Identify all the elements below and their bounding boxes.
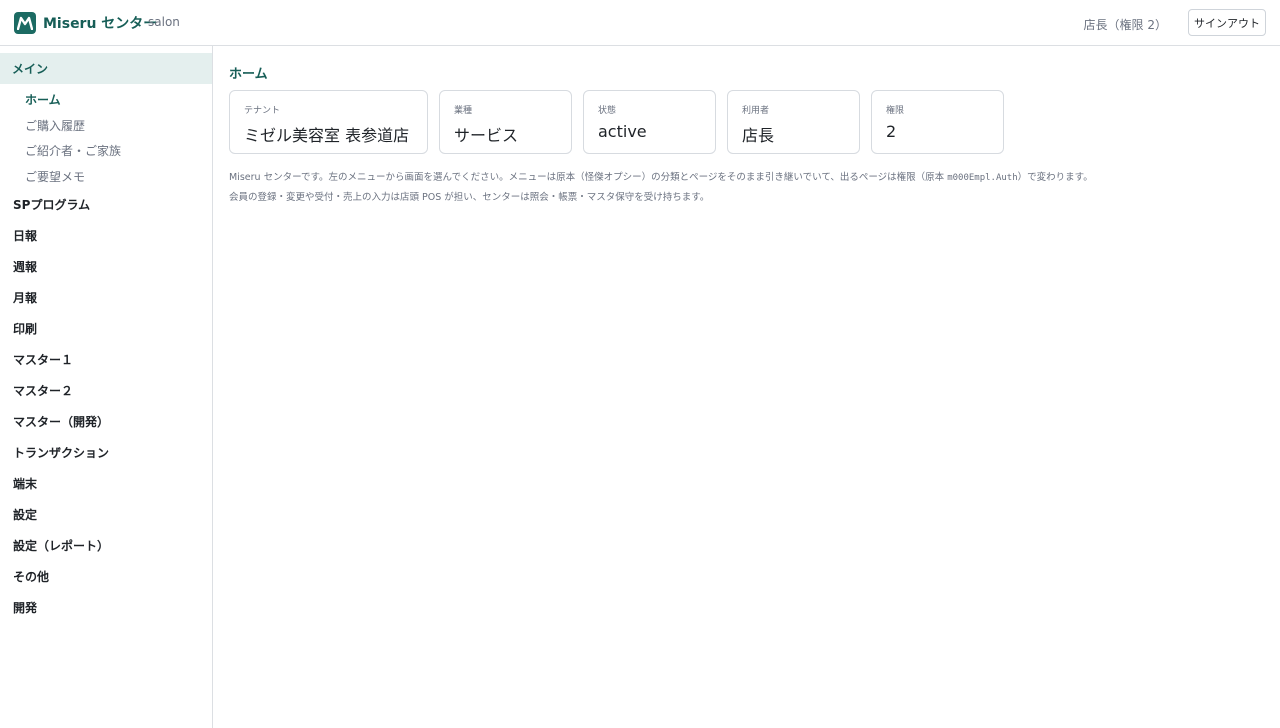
card-value: ミゼル美容室 表参道店 (244, 126, 410, 145)
sidebar-group-development[interactable]: 開発 (13, 599, 37, 616)
card-value: サービス (454, 126, 519, 145)
sidebar-item-purchase-history[interactable]: ご購入履歴 (25, 117, 85, 134)
card-label: 権限 (886, 106, 905, 116)
sidebar-group-master-1[interactable]: マスター１ (13, 351, 73, 368)
sidebar-group-print[interactable]: 印刷 (13, 320, 37, 337)
description-line-2: 会員の登録・変更や受付・売上の入力は店頭 POS が担い、センターは照会・帳票・… (229, 192, 710, 203)
sidebar-group-main[interactable]: メイン (0, 53, 212, 84)
signout-button[interactable]: サインアウト (1188, 9, 1266, 36)
user-role: 店長（権限 2） (1083, 18, 1167, 32)
top-header: Miseru センター salon 店長（権限 2） サインアウト (0, 0, 1280, 46)
tenant-code: salon (148, 15, 180, 29)
info-card-status: 状態 active (583, 90, 716, 154)
auth-field-code: m000Empl.Auth (947, 173, 1018, 183)
info-card-industry: 業種 サービス (439, 90, 572, 154)
sidebar-nav: メイン ホーム ご購入履歴 ご紹介者・ご家族 ご要望メモ SPプログラム 日報 … (0, 46, 213, 728)
miseru-m-logo-icon[interactable] (14, 12, 36, 34)
sidebar-group-master-dev[interactable]: マスター（開発） (13, 413, 109, 430)
card-value: 店長 (742, 126, 775, 145)
info-card-tenant: テナント ミゼル美容室 表参道店 (229, 90, 428, 154)
card-label: テナント (244, 106, 281, 116)
page-title: ホーム (229, 67, 268, 82)
card-value: 2 (886, 122, 897, 141)
description-line-1: Miseru センターです。左のメニューから画面を選んでください。メニューは原本… (229, 169, 1093, 183)
card-label: 利用者 (742, 106, 770, 116)
card-value: active (598, 122, 647, 141)
info-card-user: 利用者 店長 (727, 90, 860, 154)
info-card-permission: 権限 2 (871, 90, 1004, 154)
sidebar-group-sp-program[interactable]: SPプログラム (13, 196, 90, 213)
card-label: 状態 (598, 106, 617, 116)
sidebar-group-transaction[interactable]: トランザクション (13, 444, 109, 461)
sidebar-item-referrer-family[interactable]: ご紹介者・ご家族 (25, 142, 121, 159)
sidebar-group-daily-report[interactable]: 日報 (13, 227, 37, 244)
sidebar-item-home[interactable]: ホーム (25, 91, 61, 108)
sidebar-group-settings-report[interactable]: 設定（レポート） (13, 537, 109, 554)
description-text: Miseru センターです。左のメニューから画面を選んでください。メニューは原本… (229, 172, 948, 183)
sidebar-group-weekly-report[interactable]: 週報 (13, 258, 37, 275)
description-text: ）で変わります。 (1017, 172, 1093, 183)
sidebar-group-terminal[interactable]: 端末 (13, 475, 37, 492)
sidebar-group-other[interactable]: その他 (13, 568, 49, 585)
sidebar-group-settings[interactable]: 設定 (13, 506, 37, 523)
sidebar-group-monthly-report[interactable]: 月報 (13, 289, 37, 306)
sidebar-group-master-2[interactable]: マスター２ (13, 382, 73, 399)
main-content: ホーム テナント ミゼル美容室 表参道店 業種 サービス 状態 active 利… (214, 46, 1280, 728)
brand-name[interactable]: Miseru センター (43, 13, 157, 33)
sidebar-item-request-memo[interactable]: ご要望メモ (25, 168, 85, 185)
card-label: 業種 (454, 106, 473, 116)
